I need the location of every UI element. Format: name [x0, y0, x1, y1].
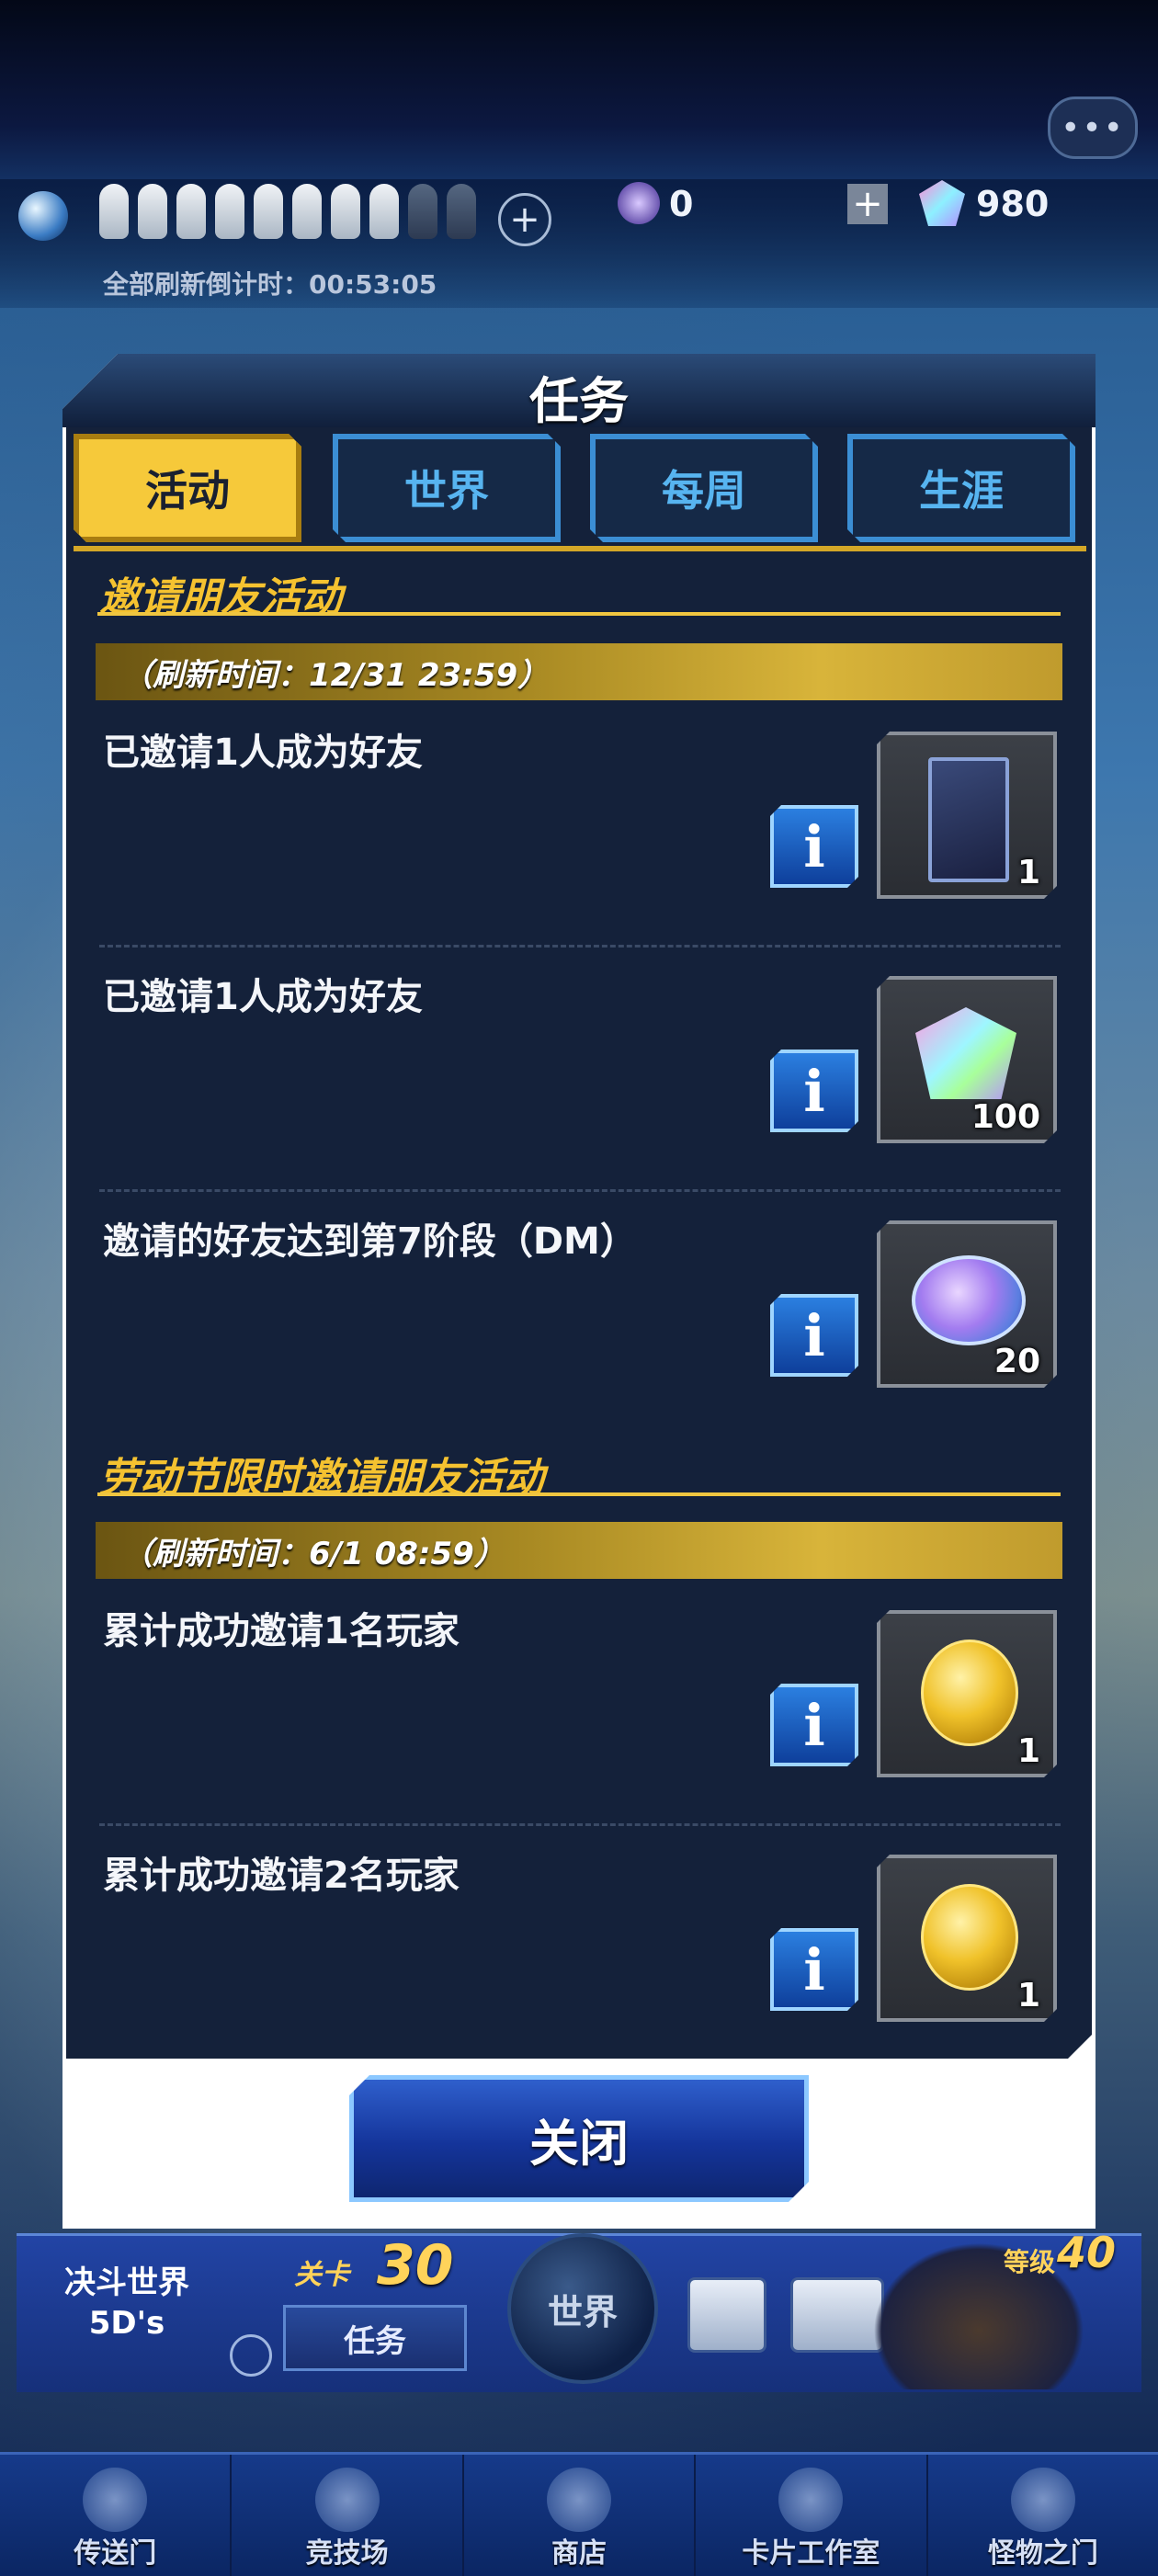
cards-icon [778, 2468, 844, 2532]
stamina-person-icon [408, 184, 437, 239]
swap-world-icon[interactable] [230, 2334, 272, 2377]
reward-count: 1 [1016, 1977, 1040, 2014]
reward-count: 100 [971, 1098, 1040, 1136]
quest-button[interactable]: 任务 [283, 2305, 467, 2371]
add-stamina-button[interactable]: + [498, 193, 551, 246]
tab-career[interactable]: 生涯 [847, 434, 1075, 542]
quest-text: 已邀请1人成为好友 [103, 976, 423, 1018]
info-button[interactable]: i [770, 1928, 858, 2011]
info-button[interactable]: i [770, 805, 858, 888]
quest-text: 累计成功邀请1名玩家 [103, 1610, 460, 1652]
world-name-line1: 决斗世界 [64, 2264, 189, 2301]
stamina-person-icon [176, 184, 206, 239]
quest-text: 累计成功邀请2名玩家 [103, 1855, 460, 1897]
top-bar [0, 0, 1158, 179]
quest-divider [99, 1189, 1061, 1192]
stamina-person-icon [99, 184, 129, 239]
modal-title: 任务 [529, 372, 629, 430]
gate-icon [83, 2468, 148, 2532]
quest-text: 已邀请1人成为好友 [103, 732, 423, 774]
close-button[interactable]: 关闭 [349, 2075, 809, 2202]
reward-count: 1 [1016, 854, 1040, 891]
quest-text: 邀请的好友达到第7阶段（DM） [103, 1220, 637, 1263]
gem-icon [915, 1007, 1016, 1099]
nav-label: 怪物之门 [987, 2537, 1098, 2570]
section-underline [97, 612, 1061, 616]
reward-slot[interactable]: 1 [877, 1855, 1057, 2022]
refresh-time-bar: （刷新时间：6/1 08:59） [96, 1522, 1062, 1579]
orb-currency-icon [618, 182, 660, 224]
monster-gate-icon [1010, 2468, 1075, 2532]
tab-weekly[interactable]: 每周 [590, 434, 818, 542]
level-label: 等级 [1004, 2247, 1056, 2277]
refresh-time-bar: （刷新时间：12/31 23:59） [96, 643, 1062, 700]
nav-label: 竞技场 [305, 2537, 389, 2570]
stamina-person-icon [254, 184, 283, 239]
gem-count: 980 [976, 184, 1050, 224]
stage-label: 关卡 [294, 2259, 349, 2291]
world-name-line2: 5D's [88, 2305, 165, 2342]
refresh-timer: 全部刷新倒计时：00:53:05 [103, 269, 437, 300]
reward-slot[interactable]: 20 [877, 1220, 1057, 1388]
tab-world[interactable]: 世界 [333, 434, 561, 542]
player-orb-icon [18, 191, 68, 241]
section-underline [97, 1492, 1061, 1496]
deck-icon[interactable] [687, 2277, 766, 2353]
reward-slot[interactable]: 100 [877, 976, 1057, 1143]
reward-slot[interactable]: 1 [877, 732, 1057, 899]
nav-item-card-studio[interactable]: 卡片工作室 [696, 2455, 928, 2576]
bottom-nav: 传送门 竞技场 商店 卡片工作室 怪物之门 [0, 2452, 1158, 2576]
world-button[interactable]: 世界 [507, 2233, 658, 2384]
gold-coin-icon [921, 1640, 1018, 1746]
tab-events[interactable]: 活动 [74, 434, 301, 542]
swords-icon [314, 2468, 380, 2532]
world-name: 决斗世界 5D's [44, 2263, 210, 2343]
nav-item-monster-gate[interactable]: 怪物之门 [928, 2455, 1158, 2576]
nav-label: 商店 [551, 2537, 607, 2570]
orb-currency-count: 0 [669, 184, 694, 224]
stamina-person-icon [369, 184, 399, 239]
stage-number: 30 [377, 2233, 454, 2298]
reward-count: 20 [993, 1343, 1040, 1380]
gold-coin-icon [921, 1884, 1018, 1991]
stamina-person-icon [447, 184, 476, 239]
info-button[interactable]: i [770, 1294, 858, 1377]
info-button[interactable]: i [770, 1050, 858, 1132]
chat-icon[interactable]: ••• [1048, 96, 1138, 159]
nav-item-shop[interactable]: 商店 [464, 2455, 697, 2576]
cart-icon [547, 2468, 612, 2532]
duel-disk-icon[interactable] [790, 2277, 884, 2353]
nav-item-gate[interactable]: 传送门 [0, 2455, 233, 2576]
quest-divider [99, 1823, 1061, 1826]
info-button[interactable]: i [770, 1684, 858, 1766]
stamina-person-icon [331, 184, 360, 239]
tab-underline [74, 546, 1086, 551]
add-gems-button[interactable]: + [847, 183, 888, 225]
reward-count: 1 [1016, 1732, 1040, 1770]
quest-divider [99, 945, 1061, 948]
nav-label: 卡片工作室 [742, 2537, 880, 2570]
stamina-person-icon [292, 184, 322, 239]
level-number: 40 [1057, 2228, 1117, 2277]
stamina-indicator [99, 184, 476, 239]
card-pack-icon [928, 757, 1009, 882]
token-icon [912, 1255, 1026, 1345]
stamina-person-icon [215, 184, 244, 239]
nav-label: 传送门 [74, 2537, 157, 2570]
nav-item-arena[interactable]: 竞技场 [232, 2455, 464, 2576]
stamina-person-icon [138, 184, 167, 239]
reward-slot[interactable]: 1 [877, 1610, 1057, 1777]
